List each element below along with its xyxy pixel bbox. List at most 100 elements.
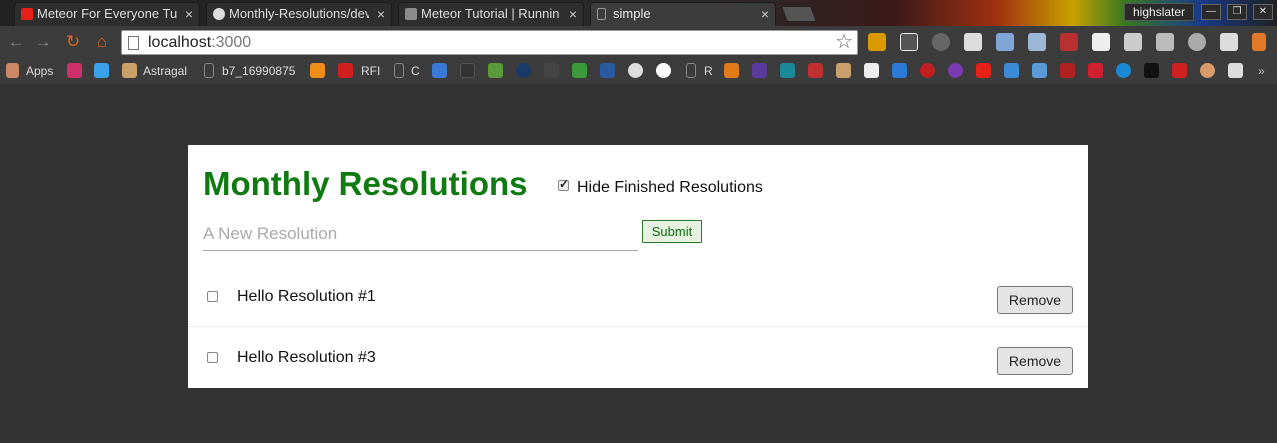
- resolutions-list: Hello Resolution #1 Remove Hello Resolut…: [188, 266, 1088, 388]
- bookmarks-overflow-icon[interactable]: »: [1258, 63, 1265, 79]
- twitter-icon[interactable]: [94, 63, 109, 78]
- o-box-icon[interactable]: [1228, 63, 1243, 78]
- bookmark-apps[interactable]: Apps: [26, 63, 53, 79]
- extension-tree-icon[interactable]: [1156, 33, 1174, 51]
- window-close-icon[interactable]: ✕: [1253, 4, 1273, 20]
- home-icon[interactable]: ⌂: [92, 32, 112, 52]
- chart-icon[interactable]: [310, 63, 325, 78]
- m-icon[interactable]: [1144, 63, 1159, 78]
- peace-icon[interactable]: [948, 63, 963, 78]
- page-info-icon: [128, 36, 139, 50]
- resolution-checkbox[interactable]: [207, 291, 218, 302]
- bookmark-rfi[interactable]: RFI: [361, 63, 380, 79]
- restore-icon[interactable]: ❐: [1227, 4, 1247, 20]
- apps-grid-icon: [6, 63, 19, 78]
- page-icon: [597, 8, 606, 20]
- page-title: Monthly Resolutions: [203, 165, 528, 202]
- bookmark-c[interactable]: C: [411, 63, 420, 79]
- cookie-icon[interactable]: [1200, 63, 1215, 78]
- reload-icon[interactable]: ↻: [63, 32, 83, 52]
- tab-close-icon[interactable]: ×: [569, 3, 577, 25]
- menu-icon[interactable]: [1252, 33, 1266, 51]
- page-icon: [686, 63, 696, 78]
- s-bookmark-icon[interactable]: [808, 63, 823, 78]
- power-icon[interactable]: [1116, 63, 1131, 78]
- record-icon[interactable]: [920, 63, 935, 78]
- minimize-icon[interactable]: —: [1201, 4, 1221, 20]
- tab-close-icon[interactable]: ×: [377, 3, 385, 25]
- resolution-checkbox[interactable]: [207, 352, 218, 363]
- list-item: Hello Resolution #1 Remove: [188, 266, 1088, 327]
- codepen-icon[interactable]: [544, 63, 559, 78]
- submit-button[interactable]: Submit: [642, 220, 702, 243]
- android-icon[interactable]: [488, 63, 503, 78]
- hide-finished-label: Hide Finished Resolutions: [577, 179, 763, 196]
- o-red-icon[interactable]: [1060, 63, 1075, 78]
- settings-icon[interactable]: [1188, 33, 1206, 51]
- new-resolution-input[interactable]: [203, 217, 638, 251]
- link-icon[interactable]: [432, 63, 447, 78]
- bootstrap-icon[interactable]: [752, 63, 767, 78]
- address-url: localhost:3000: [148, 34, 252, 51]
- owl-icon[interactable]: [516, 63, 531, 78]
- cog-blue-icon[interactable]: [1004, 63, 1019, 78]
- astragal-icon[interactable]: [836, 63, 851, 78]
- rfi-icon: [338, 63, 353, 78]
- arrow-icon[interactable]: [892, 63, 907, 78]
- shield-red-icon[interactable]: [1172, 63, 1187, 78]
- youtube-icon[interactable]: [976, 63, 991, 78]
- bookmark-r[interactable]: R: [704, 63, 713, 79]
- nodes-icon[interactable]: [864, 63, 879, 78]
- page-icon: [394, 63, 404, 78]
- camera-icon[interactable]: [1028, 33, 1046, 51]
- tab-close-icon[interactable]: ×: [761, 3, 769, 25]
- extension-cat-icon[interactable]: [1220, 33, 1238, 51]
- remove-button[interactable]: Remove: [997, 347, 1073, 375]
- tab-github-monthly-resolutions[interactable]: Monthly-Resolutions/dev ×: [206, 2, 392, 26]
- bookmark-astragal[interactable]: Astragal: [143, 63, 187, 79]
- bookmark-dark-icon[interactable]: [460, 63, 475, 78]
- bookmarks-bar: Apps Astragal b7_16990875 RFI C R »: [0, 58, 1277, 84]
- resolution-text: Hello Resolution #3: [237, 349, 376, 366]
- bookmark-star-icon[interactable]: ☆: [835, 31, 853, 54]
- back-icon[interactable]: ←: [6, 32, 26, 52]
- bookmark-b7[interactable]: b7_16990875: [222, 63, 295, 79]
- github-icon: [213, 8, 225, 20]
- shell-icon[interactable]: [572, 63, 587, 78]
- address-bar[interactable]: localhost:3000 ☆: [121, 30, 858, 55]
- page-icon: [204, 63, 214, 78]
- tab-meteor-for-everyone[interactable]: Meteor For Everyone Tut ×: [14, 2, 200, 26]
- ga-icon[interactable]: [1088, 63, 1103, 78]
- l-icon[interactable]: [67, 63, 82, 78]
- fonts-icon[interactable]: [1092, 33, 1110, 51]
- resolution-text: Hello Resolution #1: [237, 288, 376, 305]
- bing-icon[interactable]: [780, 63, 795, 78]
- tab-meteor-tutorial[interactable]: Meteor Tutorial | Runnin ×: [398, 2, 584, 26]
- tab-strip: Meteor For Everyone Tut × Monthly-Resolu…: [0, 0, 1277, 26]
- resolutions-card: Monthly Resolutions Hide Finished Resolu…: [188, 145, 1088, 388]
- meteor-icon: [405, 8, 417, 20]
- hide-finished-checkbox[interactable]: [558, 177, 569, 192]
- forward-icon[interactable]: →: [33, 32, 53, 52]
- tab-close-icon[interactable]: ×: [185, 3, 193, 25]
- browser-toolbar: ← → ↻ ⌂ localhost:3000 ☆: [0, 26, 1277, 58]
- google-icon[interactable]: [656, 63, 671, 78]
- u-icon[interactable]: [724, 63, 739, 78]
- extension-k-icon[interactable]: [868, 33, 886, 51]
- tab-simple[interactable]: simple ×: [590, 2, 776, 26]
- remove-button[interactable]: Remove: [997, 286, 1073, 314]
- new-tab-button[interactable]: [781, 6, 817, 22]
- github-icon[interactable]: [628, 63, 643, 78]
- astragal-icon: [122, 63, 137, 78]
- extension-grid-icon[interactable]: [1124, 33, 1142, 51]
- extension-red-icon[interactable]: [1060, 33, 1078, 51]
- cloud-icon[interactable]: [1032, 63, 1047, 78]
- extension-pen-icon[interactable]: [996, 33, 1014, 51]
- extension-printer-icon[interactable]: [964, 33, 982, 51]
- hide-finished-toggle[interactable]: Hide Finished Resolutions: [558, 177, 763, 197]
- browser-chrome: Meteor For Everyone Tut × Monthly-Resolu…: [0, 0, 1277, 84]
- gear-icon[interactable]: [932, 33, 950, 51]
- extension-s-icon[interactable]: [900, 33, 918, 51]
- w3-icon[interactable]: [600, 63, 615, 78]
- user-profile-button[interactable]: highslater: [1124, 3, 1195, 21]
